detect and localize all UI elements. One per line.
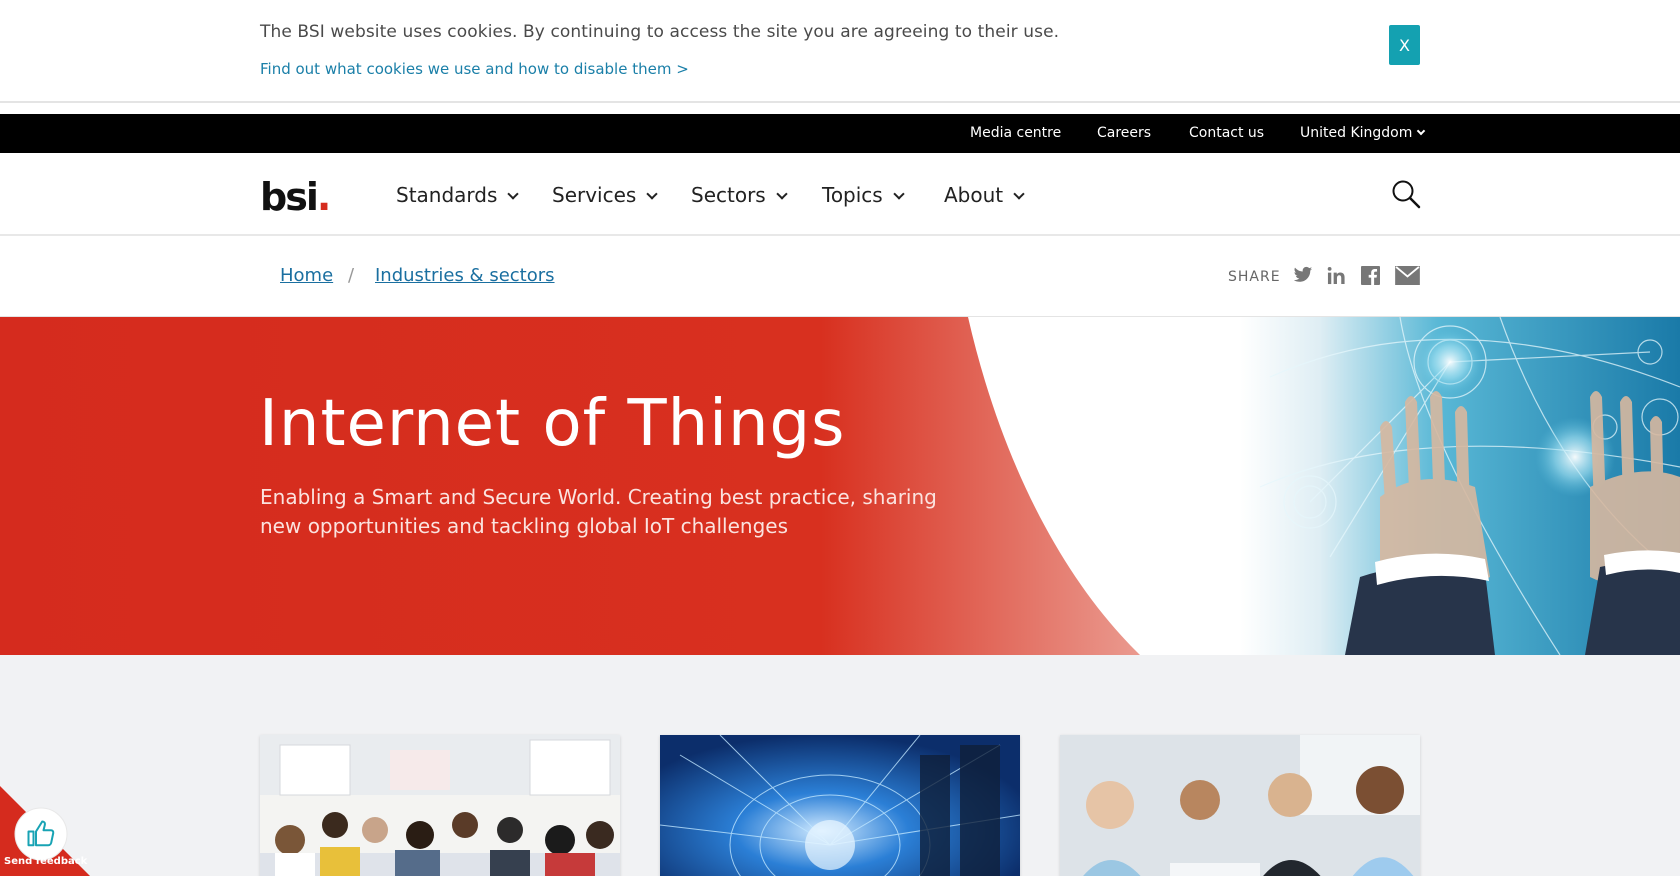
- email-icon[interactable]: [1395, 266, 1420, 285]
- careers-link[interactable]: Careers: [1097, 125, 1151, 141]
- search-icon[interactable]: [1391, 179, 1421, 209]
- region-selector[interactable]: United Kingdom: [1300, 125, 1426, 141]
- breadcrumb-industries[interactable]: Industries & sectors: [375, 265, 555, 286]
- chevron-down-icon: [776, 188, 788, 200]
- people-meeting-image: [260, 735, 620, 876]
- logo-text: bsi: [260, 175, 319, 219]
- nav-about[interactable]: About: [944, 183, 1025, 207]
- team-laptop-image: [1060, 735, 1420, 876]
- logo-dot: .: [316, 175, 332, 219]
- nav-sectors[interactable]: Sectors: [691, 183, 788, 207]
- feedback-label: Send feedback: [4, 856, 88, 867]
- breadcrumb-home[interactable]: Home: [280, 265, 333, 286]
- feedback-widget[interactable]: Send feedback: [0, 786, 90, 876]
- twitter-icon[interactable]: [1293, 266, 1313, 284]
- nav-standards-label: Standards: [396, 183, 498, 207]
- card-image-team-laptop[interactable]: [1060, 735, 1420, 876]
- utility-bar: Media centre Careers Contact us United K…: [0, 114, 1680, 153]
- iot-network-image: [660, 735, 1020, 876]
- cookie-close-button[interactable]: X: [1389, 25, 1420, 65]
- share-label: SHARE: [1228, 269, 1281, 285]
- media-centre-link[interactable]: Media centre: [970, 125, 1061, 141]
- breadcrumb-separator: /: [348, 265, 355, 286]
- linkedin-icon[interactable]: [1327, 266, 1346, 285]
- nav-sectors-label: Sectors: [691, 183, 766, 207]
- chevron-down-icon: [1013, 188, 1025, 200]
- hero-banner: Internet of Things Enabling a Smart and …: [0, 317, 1680, 655]
- hero-title: Internet of Things: [259, 387, 846, 461]
- region-label: United Kingdom: [1300, 125, 1413, 141]
- hero-subtitle: Enabling a Smart and Secure World. Creat…: [260, 485, 937, 538]
- main-navigation: bsi. Standards Services Sectors Topics A…: [0, 153, 1680, 236]
- nav-topics-label: Topics: [822, 183, 883, 207]
- contact-us-link[interactable]: Contact us: [1189, 125, 1264, 141]
- nav-about-label: About: [944, 183, 1004, 207]
- chevron-down-icon: [646, 188, 659, 200]
- card-image-people-meeting[interactable]: [260, 735, 620, 876]
- cookie-banner: The BSI website uses cookies. By continu…: [0, 0, 1680, 103]
- chevron-down-icon: [893, 188, 905, 200]
- chevron-down-icon: [507, 188, 520, 200]
- nav-services[interactable]: Services: [552, 183, 659, 207]
- content-section: [0, 655, 1680, 876]
- cookie-message: The BSI website uses cookies. By continu…: [260, 22, 1060, 42]
- thumbs-up-icon: [27, 820, 55, 847]
- bsi-logo[interactable]: bsi.: [260, 175, 332, 219]
- card-image-iot-network[interactable]: [660, 735, 1020, 876]
- cookie-policy-link[interactable]: Find out what cookies we use and how to …: [260, 60, 689, 78]
- nav-standards[interactable]: Standards: [396, 183, 520, 207]
- facebook-icon[interactable]: [1361, 266, 1380, 285]
- breadcrumb-bar: Home / Industries & sectors SHARE: [0, 236, 1680, 317]
- nav-services-label: Services: [552, 183, 637, 207]
- nav-topics[interactable]: Topics: [822, 183, 905, 207]
- chevron-down-icon: [1417, 126, 1426, 136]
